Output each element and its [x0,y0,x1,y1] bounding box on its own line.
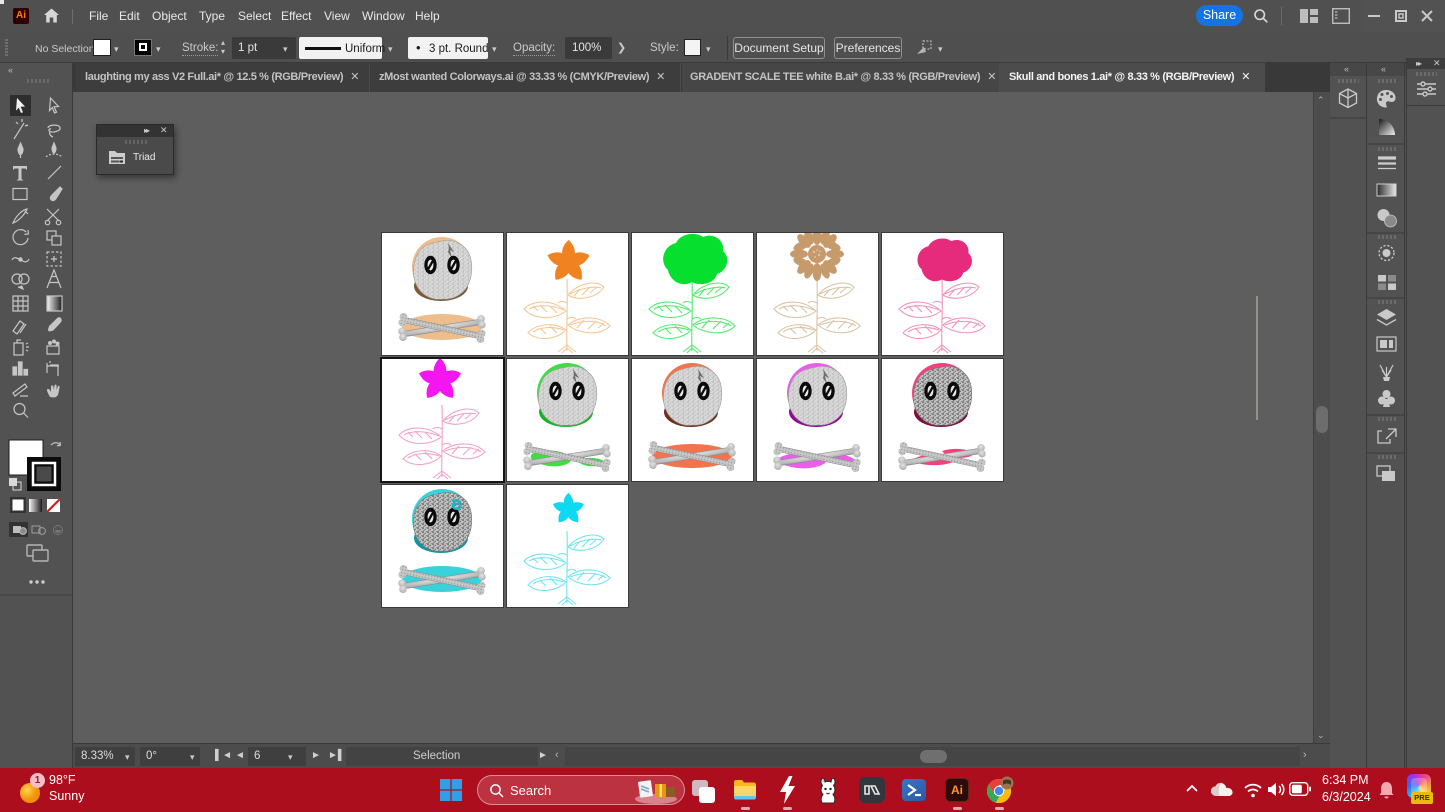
svg-text:«: « [1344,64,1349,74]
svg-text:«: « [1381,64,1386,74]
